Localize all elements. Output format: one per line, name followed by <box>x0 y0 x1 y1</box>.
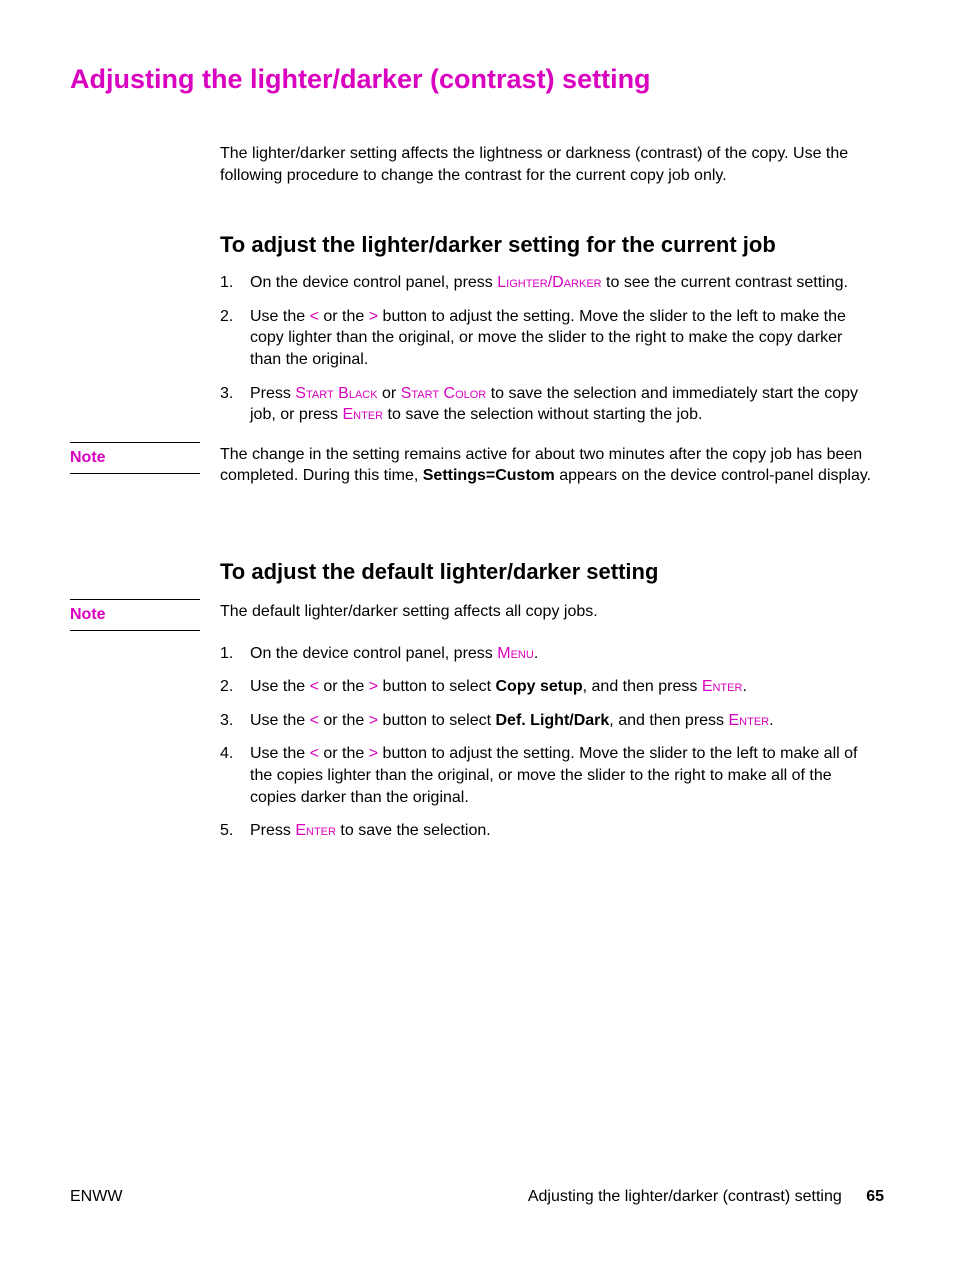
control-panel-button-label: Start Color <box>401 385 487 402</box>
section1-steps: 1. On the device control panel, press Li… <box>220 272 874 426</box>
list-item: 2. Use the < or the > button to select C… <box>220 676 874 698</box>
intro-paragraph: The lighter/darker setting affects the l… <box>220 143 874 186</box>
note-label: Note <box>70 599 200 631</box>
page-footer: ENWW Adjusting the lighter/darker (contr… <box>70 1188 884 1206</box>
note-body: The change in the setting remains active… <box>220 442 874 487</box>
step-number: 4. <box>220 743 233 765</box>
step-text: . <box>769 712 773 729</box>
note-label: Note <box>70 442 200 474</box>
step-text: button to select <box>378 712 495 729</box>
step-number: 5. <box>220 820 233 842</box>
note-body: The default lighter/darker setting affec… <box>220 599 874 623</box>
left-arrow-symbol: < <box>310 712 319 729</box>
left-arrow-symbol: < <box>310 308 319 325</box>
list-item: 3. Press Start Black or Start Color to s… <box>220 383 874 426</box>
step-number: 1. <box>220 643 233 665</box>
control-panel-button-label: Enter <box>728 712 769 729</box>
step-number: 2. <box>220 306 233 328</box>
step-text: , and then press <box>609 712 728 729</box>
step-text: to see the current contrast setting. <box>602 274 848 291</box>
step-text: Press <box>250 385 295 402</box>
step-text: Use the <box>250 745 310 762</box>
note-block: Note The change in the setting remains a… <box>220 442 874 487</box>
list-item: 1. On the device control panel, press Me… <box>220 643 874 665</box>
list-item: 3. Use the < or the > button to select D… <box>220 710 874 732</box>
list-item: 5. Press Enter to save the selection. <box>220 820 874 842</box>
page-title: Adjusting the lighter/darker (contrast) … <box>70 64 884 95</box>
footer-left: ENWW <box>70 1188 122 1206</box>
section2-heading: To adjust the default lighter/darker set… <box>220 559 874 585</box>
step-text: to save the selection without starting t… <box>383 406 702 423</box>
right-arrow-symbol: > <box>369 712 378 729</box>
control-panel-button-label: Menu <box>497 645 534 662</box>
step-text: to save the selection. <box>336 822 491 839</box>
list-item: 4. Use the < or the > button to adjust t… <box>220 743 874 808</box>
note-bold: Settings=Custom <box>423 467 555 484</box>
step-text: . <box>742 678 746 695</box>
right-arrow-symbol: > <box>369 308 378 325</box>
step-text: or the <box>319 678 369 695</box>
step-text: . <box>534 645 538 662</box>
step-text: or the <box>319 308 369 325</box>
step-number: 3. <box>220 383 233 405</box>
step-text: On the device control panel, press <box>250 645 497 662</box>
step-text: Press <box>250 822 295 839</box>
list-item: 1. On the device control panel, press Li… <box>220 272 874 294</box>
note-text: appears on the device control-panel disp… <box>555 467 871 484</box>
step-text: Use the <box>250 712 310 729</box>
step-text: or the <box>319 712 369 729</box>
footer-title: Adjusting the lighter/darker (contrast) … <box>528 1188 842 1205</box>
control-panel-button-label: Enter <box>702 678 743 695</box>
page-number: 65 <box>866 1188 884 1205</box>
step-number: 1. <box>220 272 233 294</box>
right-arrow-symbol: > <box>369 745 378 762</box>
section2-steps: 1. On the device control panel, press Me… <box>220 643 874 842</box>
control-panel-button-label: Enter <box>295 822 336 839</box>
control-panel-button-label: Lighter/Darker <box>497 274 601 291</box>
step-text: On the device control panel, press <box>250 274 497 291</box>
step-text: button to select <box>378 678 495 695</box>
step-text: Use the <box>250 678 310 695</box>
section1-heading: To adjust the lighter/darker setting for… <box>220 232 874 258</box>
step-text: or the <box>319 745 369 762</box>
left-arrow-symbol: < <box>310 745 319 762</box>
step-number: 2. <box>220 676 233 698</box>
note-block: Note The default lighter/darker setting … <box>220 599 874 623</box>
list-item: 2. Use the < or the > button to adjust t… <box>220 306 874 371</box>
step-text: , and then press <box>583 678 702 695</box>
right-arrow-symbol: > <box>369 678 378 695</box>
step-bold: Def. Light/Dark <box>496 712 610 729</box>
step-bold: Copy setup <box>496 678 583 695</box>
footer-right: Adjusting the lighter/darker (contrast) … <box>528 1188 884 1206</box>
control-panel-button-label: Start Black <box>295 385 377 402</box>
control-panel-button-label: Enter <box>342 406 383 423</box>
step-number: 3. <box>220 710 233 732</box>
step-text: Use the <box>250 308 310 325</box>
left-arrow-symbol: < <box>310 678 319 695</box>
step-text: or <box>378 385 401 402</box>
